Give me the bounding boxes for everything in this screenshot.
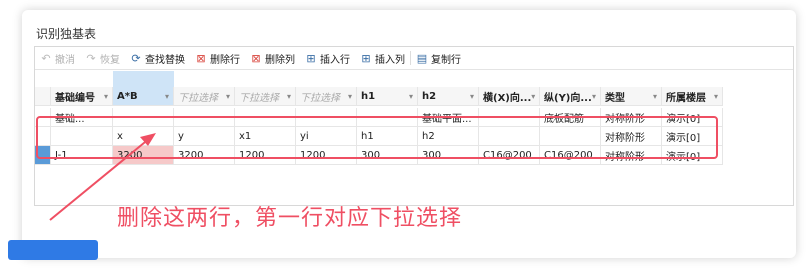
confirm-button[interactable] — [8, 240, 98, 260]
annotation-text: 删除这两行，第一行对应下拉选择 — [117, 206, 463, 231]
